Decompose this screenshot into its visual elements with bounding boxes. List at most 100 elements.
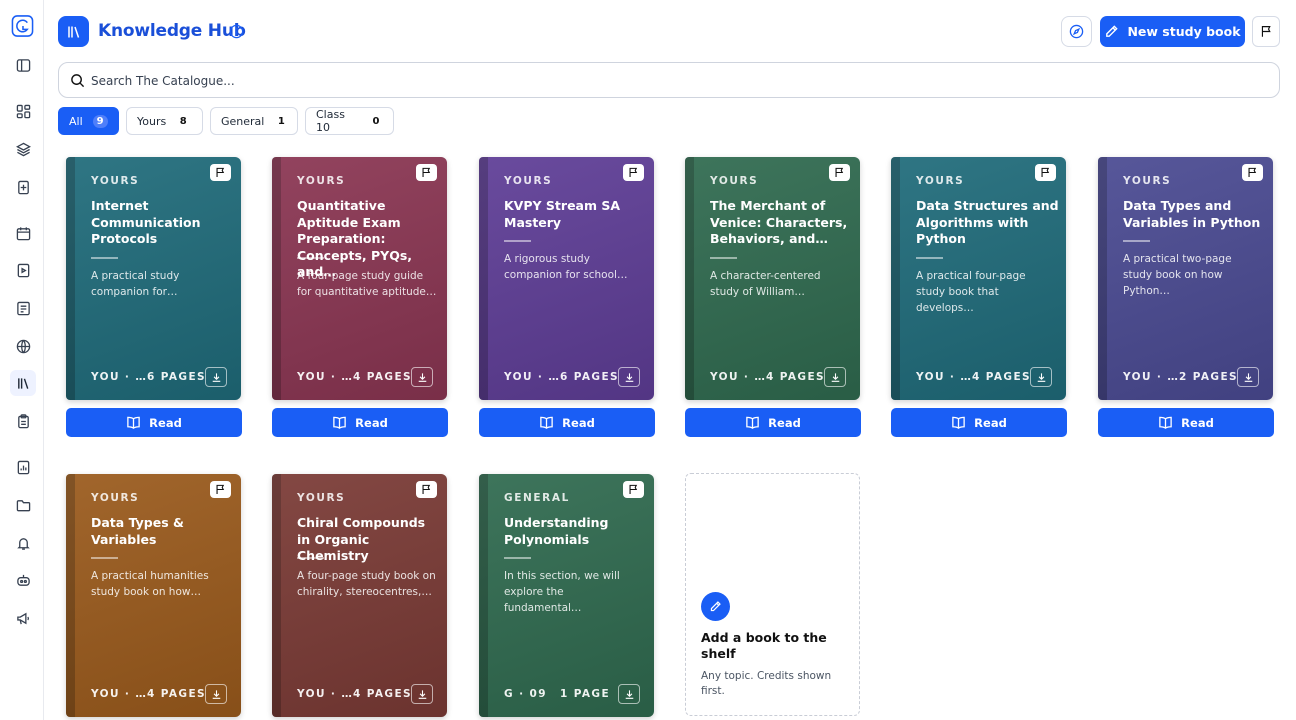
book-card[interactable]: YOURS Chiral Compounds in Organic Chemist… <box>272 474 447 717</box>
download-icon <box>1037 372 1045 382</box>
download-button[interactable] <box>411 684 433 704</box>
compass-icon <box>1069 24 1084 39</box>
bell-icon[interactable] <box>15 535 31 551</box>
book-card[interactable]: YOURS The Merchant of Venice: Characters,… <box>685 157 860 400</box>
book-card[interactable]: YOURS Data Structures and Algorithms with… <box>891 157 1066 400</box>
book-category: YOURS <box>91 492 140 504</box>
notes-icon[interactable] <box>15 300 31 316</box>
info-icon[interactable] <box>229 24 244 39</box>
library-icon[interactable] <box>10 370 36 396</box>
quiz-icon[interactable] <box>15 179 31 195</box>
search-input[interactable] <box>91 71 1191 91</box>
book-divider <box>297 557 324 559</box>
layers-icon[interactable] <box>15 141 31 157</box>
book-flag-button[interactable] <box>1242 164 1263 181</box>
read-label: Read <box>974 415 1007 430</box>
book-card[interactable]: YOURS Data Types and Variables in Python A… <box>1098 157 1273 400</box>
download-button[interactable] <box>824 367 846 387</box>
read-button[interactable]: Read <box>272 408 448 437</box>
read-button[interactable]: Read <box>891 408 1067 437</box>
video-icon[interactable] <box>15 262 31 278</box>
book-pages: 6 PAGES <box>147 371 206 383</box>
bot-icon[interactable] <box>15 572 31 588</box>
book-divider <box>91 256 118 259</box>
read-button[interactable]: Read <box>479 408 655 437</box>
book-flag-button[interactable] <box>210 481 231 498</box>
explore-button[interactable] <box>1061 16 1092 47</box>
sidebar-toggle-icon[interactable] <box>15 57 31 73</box>
book-flag-button[interactable] <box>416 481 437 498</box>
pencil-icon <box>1106 25 1119 37</box>
book-description: A four-page study guide for quantitative… <box>297 269 437 298</box>
new-study-book-label: New study book <box>1127 24 1241 39</box>
book-divider <box>916 256 943 259</box>
book-open-icon <box>127 416 140 429</box>
book-card[interactable]: YOURS Quantitative Aptitude Exam Preparat… <box>272 157 447 400</box>
add-book-button[interactable] <box>701 592 730 621</box>
read-button[interactable]: Read <box>1098 408 1274 437</box>
read-button[interactable]: Read <box>66 408 242 437</box>
clipboard-icon[interactable] <box>15 413 31 429</box>
book-pages: 4 PAGES <box>353 688 412 700</box>
book-owner: YOU · … <box>91 371 148 383</box>
book-card[interactable]: YOURS Internet Communication Protocols A p… <box>66 157 241 400</box>
filter-yours[interactable]: Yours 8 <box>126 107 203 135</box>
filter-class-10[interactable]: Class 10 0 <box>305 107 394 135</box>
book-category: YOURS <box>91 175 140 187</box>
filter-all[interactable]: All 9 <box>58 107 119 135</box>
book-card[interactable]: YOURS KVPY Stream SA Mastery A rigorous st… <box>479 157 654 400</box>
book-flag-button[interactable] <box>416 164 437 181</box>
book-pages: 2 PAGES <box>1179 371 1238 383</box>
book-divider <box>297 256 324 259</box>
download-button[interactable] <box>618 684 640 704</box>
book-flag-button[interactable] <box>829 164 850 181</box>
read-label: Read <box>149 415 182 430</box>
book-owner: G · 09 <box>504 688 547 700</box>
new-study-book-button[interactable]: New study book <box>1100 16 1245 47</box>
book-flag-button[interactable] <box>210 164 231 181</box>
book-divider <box>504 557 531 559</box>
book-owner: YOU · … <box>91 688 148 700</box>
download-button[interactable] <box>205 684 227 704</box>
download-button[interactable] <box>618 367 640 387</box>
megaphone-icon[interactable] <box>15 610 31 626</box>
book-flag-button[interactable] <box>623 481 644 498</box>
book-flag-button[interactable] <box>1035 164 1056 181</box>
search-bar[interactable] <box>58 62 1280 98</box>
book-owner: YOU · … <box>297 688 354 700</box>
book-flag-button[interactable] <box>623 164 644 181</box>
book-card[interactable]: GENERAL Understanding Polynomials In this … <box>479 474 654 717</box>
folder-icon[interactable] <box>15 497 31 513</box>
filter-general[interactable]: General 1 <box>210 107 298 135</box>
book-title: Data Types & Variables <box>91 515 184 547</box>
download-icon <box>212 372 220 382</box>
app-logo-icon[interactable] <box>11 14 34 38</box>
add-book-subtitle: Any topic. Credits shown first. <box>701 670 832 697</box>
add-book-card[interactable]: Add a book to the shelf Any topic. Credi… <box>685 473 860 716</box>
book-pages: 1 PAGE <box>560 688 611 700</box>
book-category: YOURS <box>916 175 965 187</box>
book-open-icon <box>540 416 553 429</box>
download-button[interactable] <box>411 367 433 387</box>
calendar-icon[interactable] <box>15 225 31 241</box>
report-icon[interactable] <box>15 459 31 475</box>
filter-count: 0 <box>372 115 380 127</box>
book-card[interactable]: YOURS Data Types & Variables A practical h… <box>66 474 241 717</box>
globe-icon[interactable] <box>15 338 31 354</box>
download-icon <box>1244 372 1252 382</box>
report-button[interactable] <box>1252 16 1280 47</box>
download-button[interactable] <box>1030 367 1052 387</box>
book-divider <box>504 240 531 242</box>
dashboard-icon[interactable] <box>15 103 31 119</box>
book-owner: YOU · … <box>297 371 354 383</box>
read-label: Read <box>1181 415 1214 430</box>
filter-label: General <box>221 114 265 128</box>
book-title: Data Types and Variables in Python <box>1123 198 1261 230</box>
read-button[interactable]: Read <box>685 408 861 437</box>
book-category: YOURS <box>297 175 346 187</box>
book-pages: 4 PAGES <box>353 371 412 383</box>
sidebar <box>0 0 44 720</box>
download-button[interactable] <box>205 367 227 387</box>
flag-icon <box>629 484 638 494</box>
download-button[interactable] <box>1237 367 1259 387</box>
